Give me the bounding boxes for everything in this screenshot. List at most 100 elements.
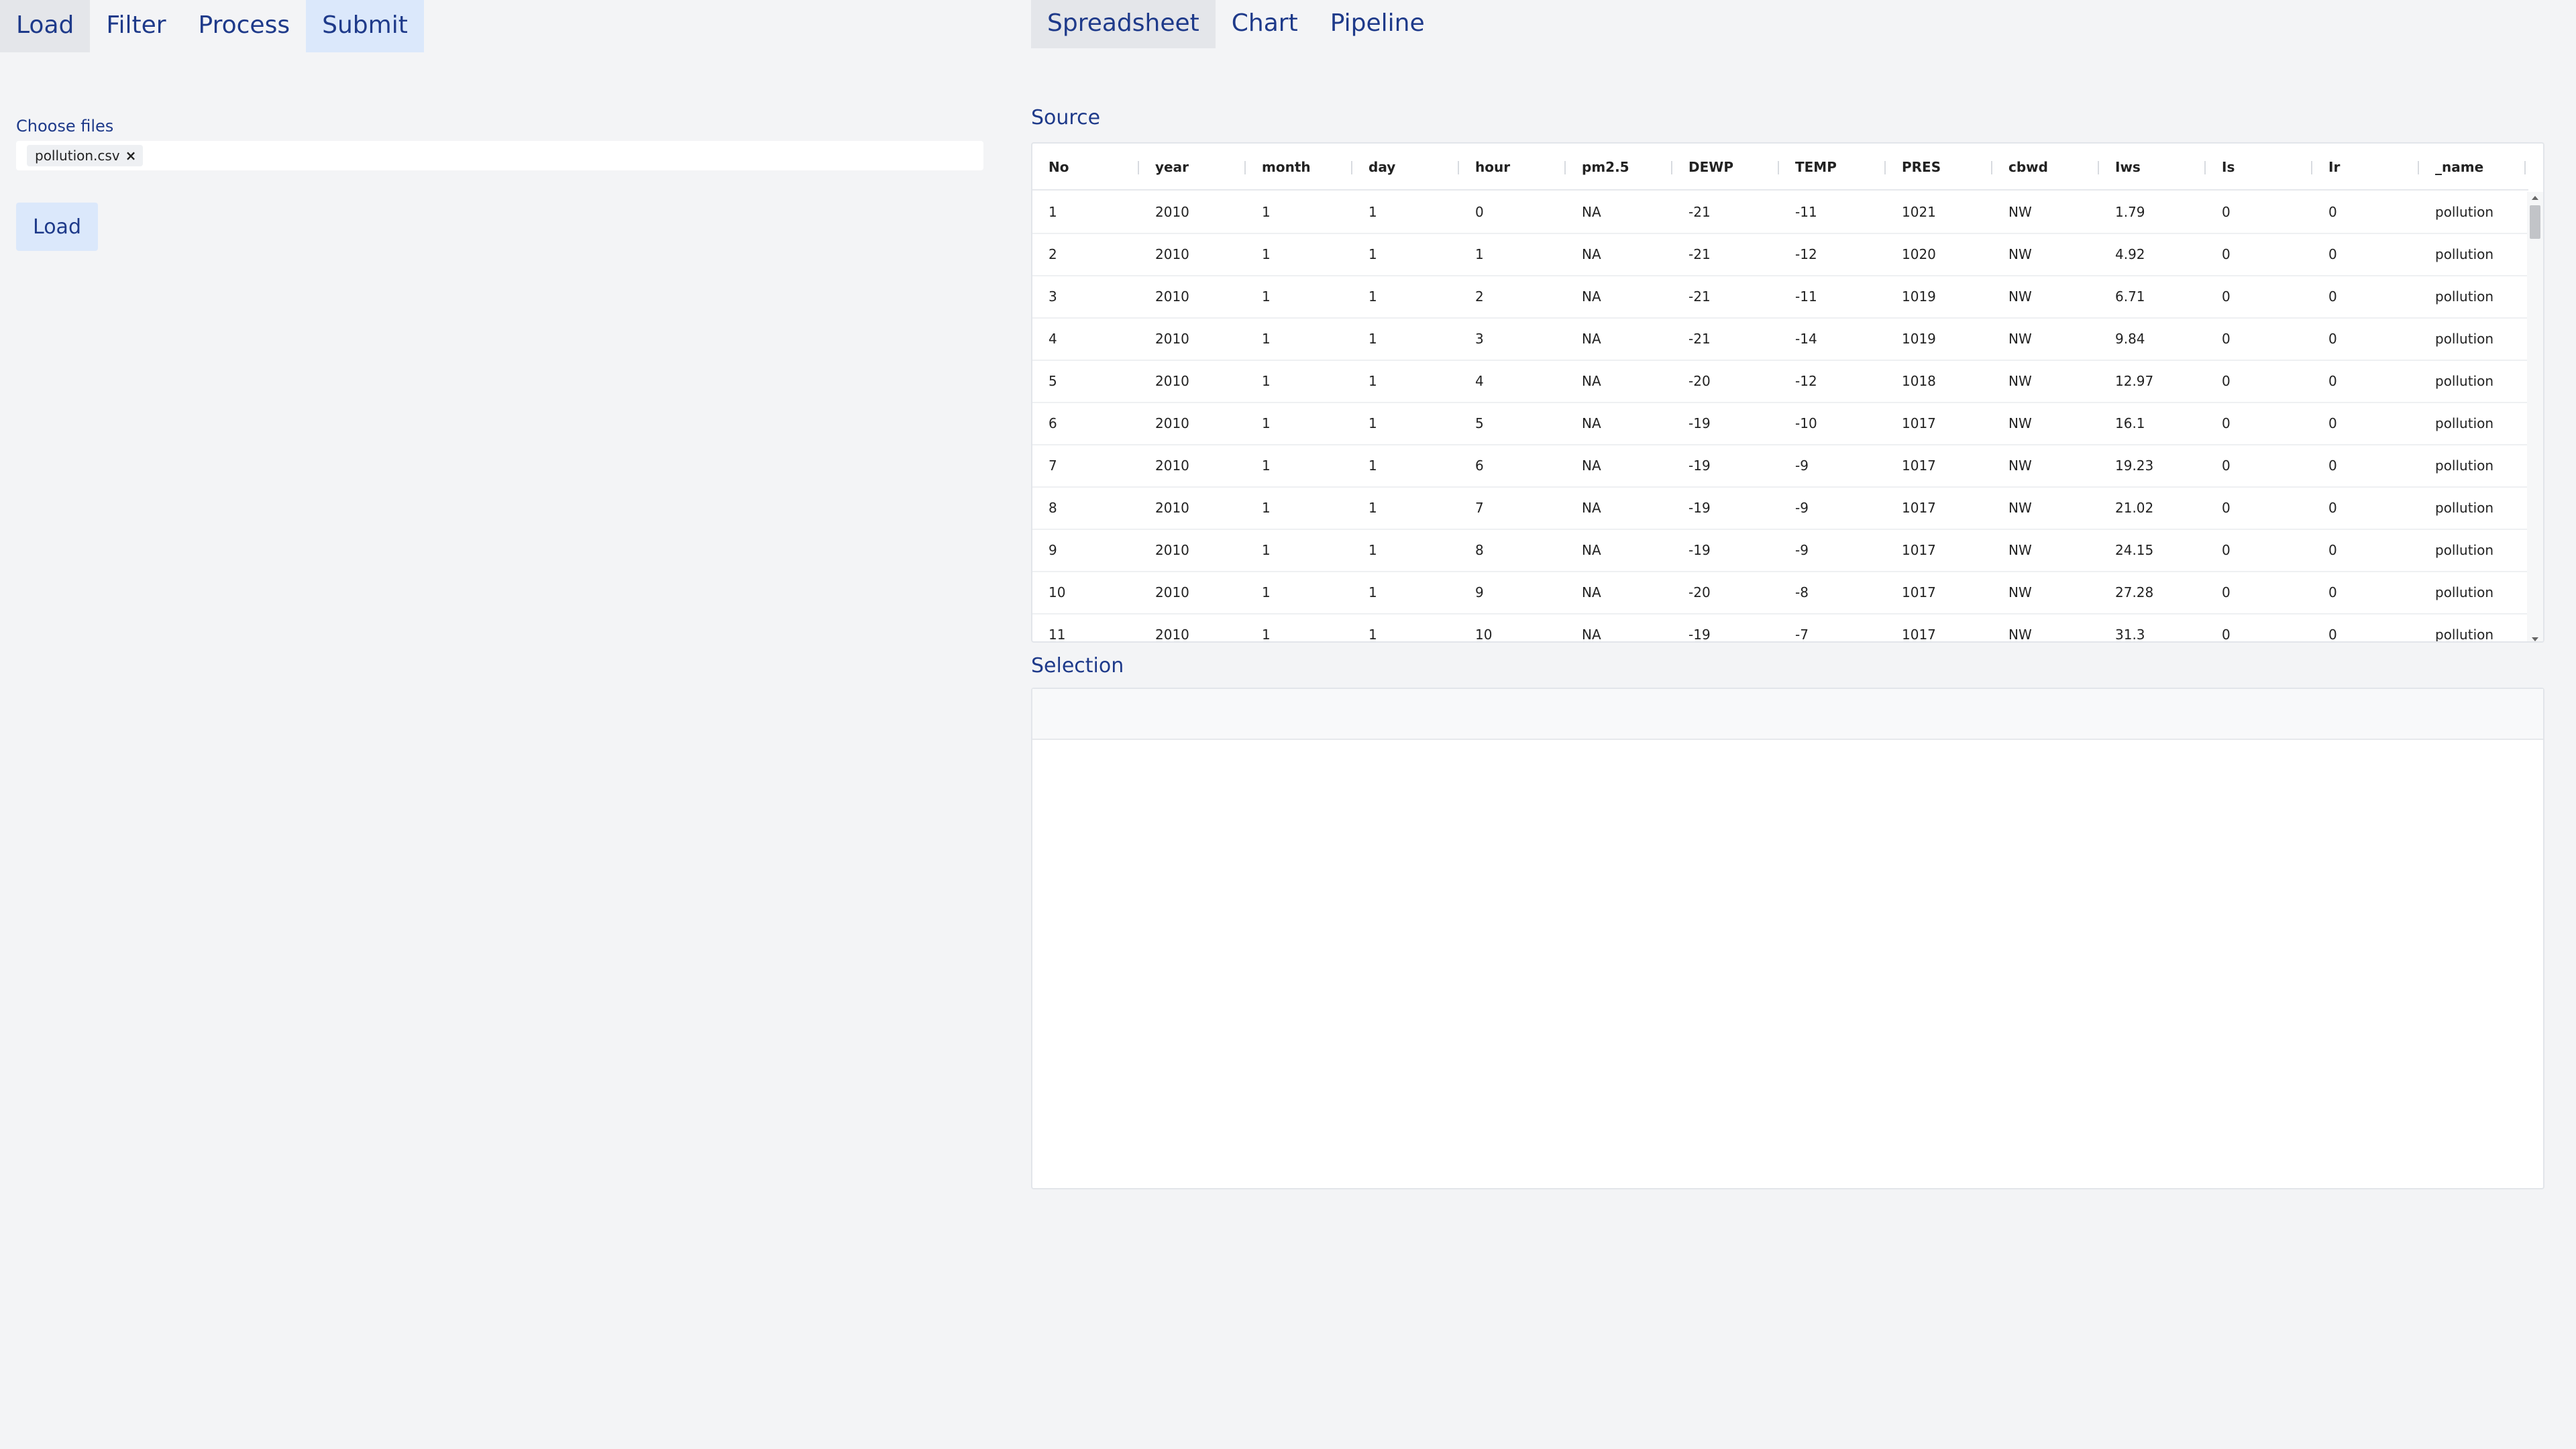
column-header-is[interactable]: Is [2206,144,2312,189]
table-cell[interactable]: pollution [2419,234,2526,275]
table-cell[interactable]: NA [1566,403,1672,444]
table-cell[interactable]: -11 [1779,192,1886,233]
table-cell[interactable]: NW [1992,403,2099,444]
table-cell[interactable]: -11 [1779,276,1886,317]
table-cell[interactable]: 0 [2206,319,2312,360]
table-cell[interactable]: pollution [2419,614,2526,641]
table-cell[interactable]: 2010 [1139,530,1246,571]
column-header-iws[interactable]: Iws [2099,144,2206,189]
table-cell[interactable]: 1 [1246,445,1352,486]
column-header-temp[interactable]: TEMP [1779,144,1886,189]
tab-process[interactable]: Process [182,0,307,52]
table-cell[interactable]: -7 [1779,614,1886,641]
table-cell[interactable]: pollution [2419,319,2526,360]
table-cell[interactable]: 2010 [1139,614,1246,641]
table-cell[interactable]: 6 [1459,445,1566,486]
table-cell[interactable]: 0 [2206,192,2312,233]
table-cell[interactable]: 0 [2206,572,2312,613]
table-cell[interactable]: 7 [1459,488,1566,529]
table-cell[interactable]: 2010 [1139,572,1246,613]
table-cell[interactable]: 24.15 [2099,530,2206,571]
table-cell[interactable]: NA [1566,276,1672,317]
table-cell[interactable]: 0 [2312,234,2419,275]
table-cell[interactable]: -9 [1779,445,1886,486]
table-cell[interactable]: 6.71 [2099,276,2206,317]
scroll-up-icon[interactable] [2532,196,2538,200]
table-cell[interactable]: 0 [2312,403,2419,444]
table-cell[interactable]: -21 [1672,319,1779,360]
table-cell[interactable]: 0 [2206,488,2312,529]
table-row[interactable]: 10 2010 1 1 9 NA -20 -8 1017 NW 27.28 0 0 pollution [1032,572,2528,614]
table-cell[interactable]: NW [1992,614,2099,641]
table-cell[interactable]: pollution [2419,192,2526,233]
grid-scrollbar[interactable] [2527,192,2543,641]
table-row[interactable]: 4 2010 1 1 3 NA -21 -14 1019 NW 9.84 0 0 pollution [1032,319,2528,361]
table-cell[interactable]: 9 [1459,572,1566,613]
table-cell[interactable]: -19 [1672,445,1779,486]
table-row[interactable]: 2 2010 1 1 1 NA -21 -12 1020 NW 4.92 0 0 pollution [1032,234,2528,276]
table-cell[interactable]: 1018 [1886,361,1992,402]
table-cell[interactable]: pollution [2419,361,2526,402]
table-cell[interactable]: 1 [1352,445,1459,486]
tab-spreadsheet[interactable]: Spreadsheet [1031,0,1216,48]
table-cell[interactable]: 0 [2312,192,2419,233]
table-cell[interactable]: 1 [1246,530,1352,571]
table-cell[interactable]: NA [1566,192,1672,233]
table-cell[interactable]: 2010 [1139,319,1246,360]
table-cell[interactable]: 21.02 [2099,488,2206,529]
table-row[interactable]: 5 2010 1 1 4 NA -20 -12 1018 NW 12.97 0 0 pollution [1032,361,2528,403]
table-cell[interactable]: NA [1566,319,1672,360]
column-header-day[interactable]: day [1352,144,1459,189]
table-row[interactable]: 3 2010 1 1 2 NA -21 -11 1019 NW 6.71 0 0 pollution [1032,276,2528,319]
table-cell[interactable]: 16.1 [2099,403,2206,444]
table-cell[interactable]: 1 [1352,234,1459,275]
table-cell[interactable]: 0 [2206,614,2312,641]
table-cell[interactable]: 1 [1352,530,1459,571]
table-cell[interactable]: 1 [1246,276,1352,317]
table-cell[interactable]: 31.3 [2099,614,2206,641]
column-header-pres[interactable]: PRES [1886,144,1992,189]
table-row[interactable]: 6 2010 1 1 5 NA -19 -10 1017 NW 16.1 0 0 pollution [1032,403,2528,445]
file-picker-input[interactable]: pollution.csv × [16,141,983,170]
tab-filter[interactable]: Filter [90,0,182,52]
table-cell[interactable]: NW [1992,276,2099,317]
table-cell[interactable]: 1 [1246,192,1352,233]
table-cell[interactable]: 12.97 [2099,361,2206,402]
column-header-month[interactable]: month [1246,144,1352,189]
table-row[interactable]: 9 2010 1 1 8 NA -19 -9 1017 NW 24.15 0 0 pollution [1032,530,2528,572]
tab-pipeline[interactable]: Pipeline [1314,0,1441,48]
table-cell[interactable]: -21 [1672,276,1779,317]
table-cell[interactable]: 1 [1246,319,1352,360]
column-header--name[interactable]: _name [2419,144,2526,189]
table-cell[interactable]: NW [1992,445,2099,486]
table-cell[interactable]: 1 [1246,361,1352,402]
table-cell[interactable]: NW [1992,234,2099,275]
table-cell[interactable]: 5 [1459,403,1566,444]
table-cell[interactable]: 9 [1032,530,1139,571]
table-cell[interactable]: 0 [2206,361,2312,402]
table-cell[interactable]: 1017 [1886,530,1992,571]
table-cell[interactable]: 1 [1352,192,1459,233]
table-cell[interactable]: 0 [2206,276,2312,317]
table-cell[interactable]: -10 [1779,403,1886,444]
table-cell[interactable]: 0 [2312,445,2419,486]
table-cell[interactable]: 1 [1352,403,1459,444]
table-cell[interactable]: NA [1566,572,1672,613]
table-cell[interactable]: 19.23 [2099,445,2206,486]
load-button[interactable]: Load [16,203,98,251]
column-header-dewp[interactable]: DEWP [1672,144,1779,189]
table-cell[interactable]: -12 [1779,234,1886,275]
tab-chart[interactable]: Chart [1216,0,1314,48]
table-cell[interactable]: 1 [1246,403,1352,444]
table-cell[interactable]: 0 [2206,445,2312,486]
table-cell[interactable]: -9 [1779,530,1886,571]
table-cell[interactable]: 0 [2312,530,2419,571]
table-cell[interactable]: 11 [1032,614,1139,641]
table-cell[interactable]: NW [1992,319,2099,360]
table-cell[interactable]: NW [1992,488,2099,529]
table-cell[interactable]: 1.79 [2099,192,2206,233]
table-cell[interactable]: 2 [1459,276,1566,317]
table-cell[interactable]: pollution [2419,572,2526,613]
table-cell[interactable]: 6 [1032,403,1139,444]
table-cell[interactable]: 1 [1352,276,1459,317]
